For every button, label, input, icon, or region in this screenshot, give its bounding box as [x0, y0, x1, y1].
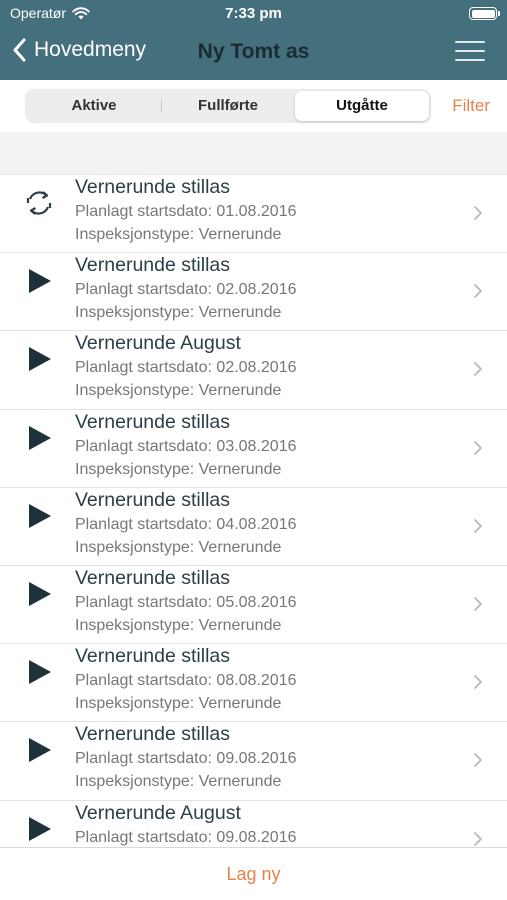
list-item[interactable]: Vernerunde stillas Planlagt startsdato: 0…: [0, 644, 507, 723]
item-start-date: Planlagt startsdato: 02.08.2016: [75, 359, 297, 377]
list-item[interactable]: Vernerunde stillas Planlagt startsdato: 0…: [0, 722, 507, 801]
section-header: [0, 132, 507, 175]
segment-aktive[interactable]: Aktive: [27, 91, 161, 121]
item-inspection-type: Inspeksjonstype: Vernerunde: [75, 304, 282, 322]
item-start-date: Planlagt startsdato: 01.08.2016: [75, 203, 297, 220]
list-item[interactable]: Vernerunde stillas Planlagt startsdato: 0…: [0, 253, 507, 332]
list-item[interactable]: Vernerunde stillas Planlagt startsdato: 0…: [0, 410, 507, 488]
hamburger-menu-icon[interactable]: [455, 41, 485, 63]
item-title: Vernerunde August: [75, 332, 241, 355]
segment-fullforte[interactable]: Fullførte: [161, 91, 295, 121]
item-title: Vernerunde stillas: [75, 488, 231, 511]
item-title: Vernerunde stillas: [75, 645, 231, 668]
item-start-date: Planlagt startsdato: 05.08.2016: [75, 593, 297, 611]
item-start-date: Planlagt startsdato: 08.08.2016: [75, 672, 297, 690]
play-icon: [24, 579, 54, 609]
item-start-date: Planlagt startsdato: 09.08.2016: [75, 750, 297, 768]
item-title: Vernerunde stillas: [75, 410, 231, 433]
item-inspection-type: Inspeksjonstype: Vernerunde: [75, 460, 282, 478]
chevron-right-icon: [473, 518, 483, 534]
sync-icon: [24, 188, 54, 218]
list-item[interactable]: Vernerunde stillas Planlagt startsdato: 0…: [0, 566, 507, 645]
back-label: Hovedmeny: [34, 38, 147, 61]
bottom-bar: Lag ny: [0, 847, 507, 900]
filter-row: Aktive Fullførte Utgåtte Filter: [0, 80, 507, 132]
play-icon: [24, 657, 54, 687]
item-inspection-type: Inspeksjonstype: Vernerunde: [75, 538, 282, 556]
navigation-bar: Hovedmeny Ny Tomt as: [0, 28, 507, 80]
chevron-right-icon: [473, 752, 483, 768]
list-item[interactable]: Vernerunde August Planlagt startsdato: 02…: [0, 331, 507, 410]
item-start-date: Planlagt startsdato: 03.08.2016: [75, 437, 297, 455]
item-title: Vernerunde stillas: [75, 723, 231, 746]
filter-button[interactable]: Filter: [452, 96, 490, 116]
chevron-left-icon: [13, 38, 26, 62]
battery-icon: [469, 7, 500, 20]
list-item[interactable]: Vernerunde stillas Planlagt startsdato: 0…: [0, 175, 507, 254]
chevron-right-icon: [473, 440, 483, 456]
item-inspection-type: Inspeksjonstype: Vernerunde: [75, 616, 282, 634]
back-button[interactable]: Hovedmeny: [12, 38, 146, 62]
item-inspection-type: Inspeksjonstype: Vernerunde: [75, 773, 282, 791]
list-item[interactable]: Vernerunde stillas Planlagt startsdato: 0…: [0, 488, 507, 566]
chevron-right-icon: [473, 596, 483, 612]
item-inspection-type: Inspeksjonstype: Vernerunde: [75, 382, 282, 400]
chevron-right-icon: [473, 361, 483, 377]
item-title: Vernerunde stillas: [75, 176, 231, 198]
chevron-right-icon: [473, 205, 483, 221]
item-inspection-type: Inspeksjonstype: Vernerunde: [75, 226, 282, 243]
list-item[interactable]: Vernerunde August Planlagt startsdato: 09…: [0, 801, 507, 848]
play-icon: [24, 735, 54, 765]
top-bar: Operatør 7:33 pm Hovedmeny Ny Tomt as: [0, 0, 507, 80]
item-title: Vernerunde August: [75, 801, 241, 824]
status-time: 7:33 pm: [225, 5, 282, 22]
play-icon: [24, 501, 54, 531]
chevron-right-icon: [473, 831, 483, 847]
new-inspection-button[interactable]: Lag ny: [0, 848, 507, 900]
status-bar: Operatør 7:33 pm: [0, 0, 507, 28]
inspection-list: Vernerunde stillas Planlagt startsdato: 0…: [0, 175, 507, 847]
play-icon: [24, 266, 54, 296]
item-title: Vernerunde stillas: [75, 254, 231, 277]
item-title: Vernerunde stillas: [75, 566, 231, 589]
item-start-date: Planlagt startsdato: 04.08.2016: [75, 515, 297, 533]
item-start-date: Planlagt startsdato: 02.08.2016: [75, 281, 297, 299]
play-icon: [24, 423, 54, 453]
segment-utgatte[interactable]: Utgåtte: [295, 91, 429, 121]
chevron-right-icon: [473, 674, 483, 690]
chevron-right-icon: [473, 283, 483, 299]
play-icon: [24, 814, 54, 844]
item-inspection-type: Inspeksjonstype: Vernerunde: [75, 695, 282, 713]
segmented-control: Aktive Fullførte Utgåtte: [25, 89, 431, 123]
play-icon: [24, 344, 54, 374]
item-start-date: Planlagt startsdato: 09.08.2016: [75, 828, 297, 846]
